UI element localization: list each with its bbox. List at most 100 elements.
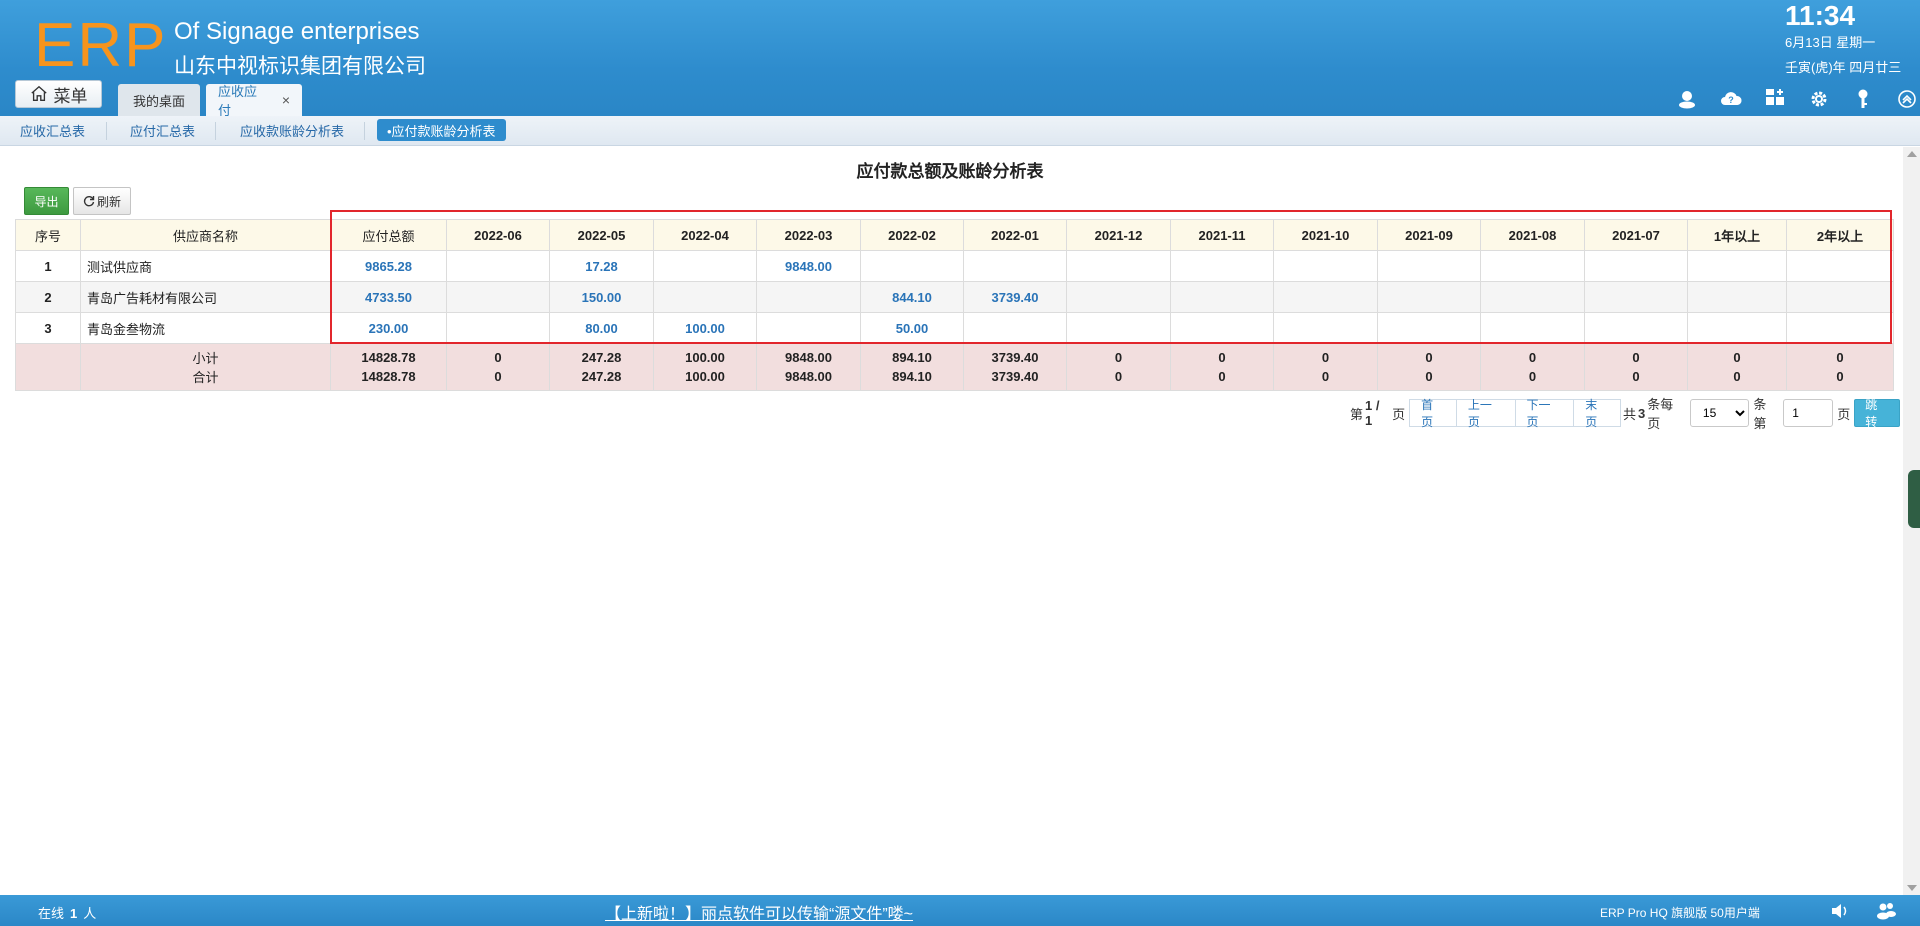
subtotal-label: 小计 <box>80 343 331 367</box>
amount-cell[interactable]: 17.28 <box>549 250 654 282</box>
goto-button[interactable]: 跳转 <box>1854 398 1900 429</box>
grid-add-icon[interactable] <box>1753 86 1797 112</box>
total-cell: 0 <box>1584 367 1688 391</box>
subtotal-cell: 0 <box>1786 343 1894 367</box>
amount-cell[interactable]: 50.00 <box>860 312 964 344</box>
notice-link[interactable]: 【上新啦！】丽点软件可以传输“源文件”喽~ <box>605 900 913 924</box>
amount-cell[interactable]: 4733.50 <box>330 281 447 313</box>
header-toolbar: ? <box>1665 86 1920 112</box>
first-page-button[interactable]: 首页 <box>1409 398 1457 429</box>
refresh-button[interactable]: 刷新 <box>73 187 131 215</box>
app-header: ERP Of Signage enterprises 山东中视标识集团有限公司 … <box>0 0 1920 118</box>
gear-icon[interactable] <box>1797 86 1841 112</box>
amount-cell[interactable]: 100.00 <box>653 312 757 344</box>
erp-logo: ERP <box>34 11 168 80</box>
amount-cell <box>1170 312 1274 344</box>
count-prefix: 共 <box>1623 406 1637 422</box>
close-icon[interactable]: × <box>282 92 290 108</box>
subtab-receivable-aging[interactable]: 应收款账龄分析表 <box>230 119 354 141</box>
supplier-name: 青岛广告耗材有限公司 <box>80 281 331 313</box>
amount-cell[interactable]: 150.00 <box>549 281 654 313</box>
amount-cell <box>1377 250 1481 282</box>
key-icon[interactable] <box>1841 86 1885 112</box>
subtotal-cell <box>15 343 81 367</box>
subtab-divider <box>106 122 107 140</box>
total-cell: 0 <box>1170 367 1274 391</box>
row-index: 2 <box>15 281 81 313</box>
total-row: 合计 14828.78 0 247.28 100.00 9848.00 894.10 3739… <box>15 367 1894 391</box>
subtotal-row: 小计 14828.78 0 247.28 100.00 9848.00 894.10 3739… <box>15 343 1894 367</box>
column-header: 2022-01 <box>963 219 1067 251</box>
export-button[interactable]: 导出 <box>24 187 69 215</box>
amount-cell <box>1273 250 1378 282</box>
subtotal-cell: 0 <box>446 343 550 367</box>
amount-cell <box>1584 250 1688 282</box>
menu-button[interactable]: 菜单 <box>15 80 102 108</box>
total-cell: 0 <box>1687 367 1787 391</box>
amount-cell <box>860 250 964 282</box>
page-size-select[interactable]: 15 <box>1689 399 1750 427</box>
cloud-help-icon[interactable]: ? <box>1709 86 1753 112</box>
column-header: 2022-06 <box>446 219 550 251</box>
subtotal-cell: 0 <box>1377 343 1481 367</box>
volume-icon[interactable] <box>1829 900 1851 922</box>
side-panel-handle[interactable] <box>1908 470 1920 528</box>
page-suffix: 页 <box>1392 406 1406 422</box>
table-row[interactable]: 1 测试供应商 9865.28 17.28 9848.00 <box>15 250 1894 282</box>
prev-page-button[interactable]: 上一页 <box>1455 398 1516 429</box>
amount-cell <box>1170 281 1274 313</box>
pagination: 第 1 / 1 页 首页 上一页 下一页 末页 共 3 条每页 15 条第 页 … <box>1348 397 1900 431</box>
record-count: 3 <box>1638 405 1646 421</box>
tab-my-desktop[interactable]: 我的桌面 <box>118 84 200 116</box>
collapse-up-icon[interactable] <box>1885 86 1920 112</box>
count-mid: 条每页 <box>1647 397 1674 431</box>
subtab-receivable-summary[interactable]: 应收汇总表 <box>10 119 95 141</box>
home-icon <box>30 85 47 101</box>
amount-cell[interactable]: 9865.28 <box>330 250 447 282</box>
goto-page-input[interactable] <box>1783 399 1834 427</box>
column-header: 2021-12 <box>1066 219 1171 251</box>
table-row[interactable]: 2 青岛广告耗材有限公司 4733.50 150.00 844.10 3739.40 <box>15 281 1894 313</box>
online-unit: 人 <box>83 906 97 921</box>
total-cell: 0 <box>446 367 550 391</box>
user-icon[interactable] <box>1665 86 1709 112</box>
column-header: 2021-11 <box>1170 219 1274 251</box>
amount-cell[interactable]: 80.00 <box>549 312 654 344</box>
subtab-divider <box>364 122 365 140</box>
total-cell: 247.28 <box>549 367 654 391</box>
report-subtabs: 应收汇总表 应付汇总表 应收款账龄分析表 •应付款账龄分析表 <box>0 116 1920 146</box>
amount-cell <box>446 281 550 313</box>
scroll-up-icon[interactable] <box>1907 151 1917 157</box>
scroll-down-icon[interactable] <box>1907 885 1917 891</box>
subtotal-cell: 0 <box>1066 343 1171 367</box>
users-icon[interactable] <box>1875 900 1897 922</box>
amount-cell[interactable]: 3739.40 <box>963 281 1067 313</box>
amount-cell[interactable]: 844.10 <box>860 281 964 313</box>
column-header: 应付总额 <box>330 219 447 251</box>
subtotal-cell: 100.00 <box>653 343 757 367</box>
column-header: 2021-10 <box>1273 219 1378 251</box>
refresh-label: 刷新 <box>96 194 121 209</box>
subtotal-cell: 3739.40 <box>963 343 1067 367</box>
amount-cell[interactable]: 9848.00 <box>756 250 861 282</box>
subtab-payable-summary[interactable]: 应付汇总表 <box>120 119 205 141</box>
next-page-button[interactable]: 下一页 <box>1514 398 1575 429</box>
row-index: 1 <box>15 250 81 282</box>
total-cell: 9848.00 <box>756 367 861 391</box>
column-header: 2021-07 <box>1584 219 1688 251</box>
clock-time: 11:34 <box>1785 0 1856 31</box>
amount-cell <box>1786 281 1894 313</box>
subtotal-cell: 0 <box>1170 343 1274 367</box>
amount-cell[interactable]: 230.00 <box>330 312 447 344</box>
tab-receivable-payable[interactable]: 应收应付 × <box>206 84 302 118</box>
svg-text:?: ? <box>1728 95 1734 105</box>
report-content: 应付款总额及账龄分析表 导出 刷新 序号 供应商名称 应付总额 2022-06 2022… <box>0 147 1900 895</box>
column-header: 2022-02 <box>860 219 964 251</box>
total-cell: 0 <box>1377 367 1481 391</box>
company-name-cn: 山东中视标识集团有限公司 <box>174 55 426 78</box>
online-label: 在线 <box>38 906 65 921</box>
subtotal-cell: 0 <box>1687 343 1787 367</box>
table-row[interactable]: 3 青岛金叁物流 230.00 80.00 100.00 50.00 <box>15 312 1894 344</box>
subtab-payable-aging[interactable]: •应付款账龄分析表 <box>377 119 506 141</box>
last-page-button[interactable]: 末页 <box>1573 398 1621 429</box>
